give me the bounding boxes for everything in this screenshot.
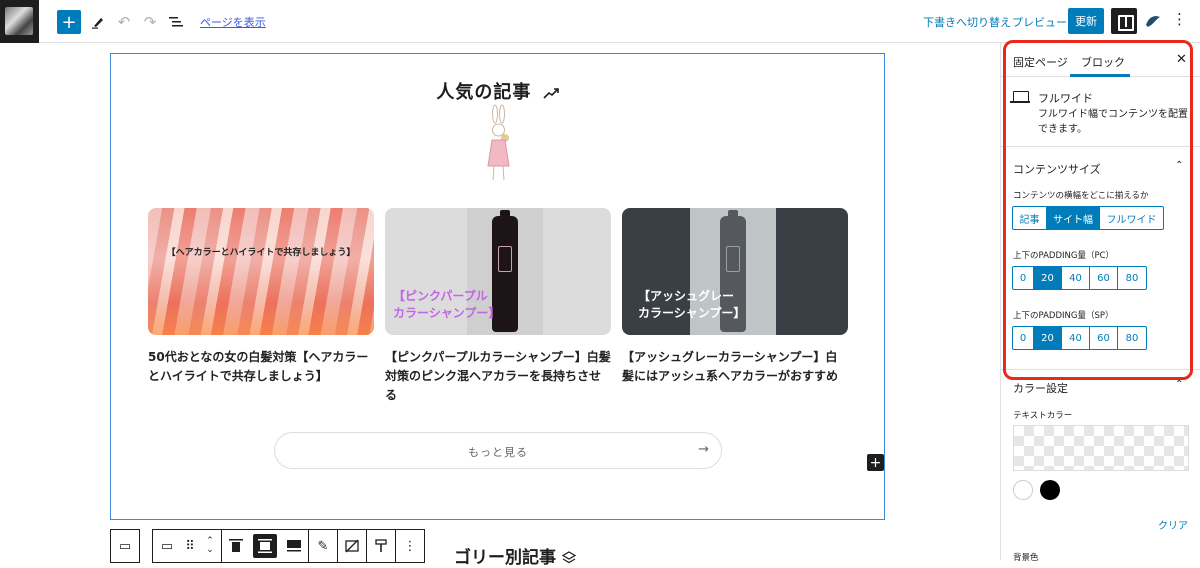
align-top-icon[interactable] — [222, 530, 250, 562]
more-button-label: もっと見る — [468, 446, 528, 459]
list-view-icon[interactable] — [164, 10, 188, 34]
switch-to-draft-link[interactable]: 下書きへ切り替え — [923, 14, 1011, 30]
color-settings-heading[interactable]: カラー設定 — [1013, 380, 1068, 396]
color-swatch-white[interactable] — [1013, 480, 1033, 500]
bunny-illustration — [487, 104, 510, 181]
editor-canvas: 人気の記事 【ヘアカラーとハイライトで共存しましょう】 50代おとなの女の白髪対… — [0, 43, 1000, 568]
add-block-button[interactable]: + — [57, 10, 81, 34]
more-options-icon[interactable]: ⋮ — [396, 530, 424, 562]
background-color-label: 背景色 — [1013, 553, 1039, 563]
view-page-link[interactable]: ページを表示 — [200, 14, 266, 30]
pencil-icon — [92, 18, 103, 29]
paint-roller-icon[interactable] — [367, 530, 395, 562]
site-avatar — [5, 7, 33, 35]
more-button[interactable]: もっと見る → — [274, 432, 722, 469]
more-options-icon[interactable]: ⋮ — [1172, 10, 1187, 28]
text-color-preview[interactable] — [1013, 425, 1189, 471]
chevron-up-icon[interactable]: ⌃ — [1175, 379, 1183, 390]
clear-color-button[interactable]: クリア — [1158, 517, 1188, 532]
post-title[interactable]: 50代おとなの女の白髪対策【ヘアカラーとハイライトで共存しましょう】 — [148, 348, 374, 386]
section-heading: 人気の記事 — [111, 78, 884, 104]
align-center-icon[interactable] — [253, 534, 277, 558]
color-swatch-black[interactable] — [1040, 480, 1060, 500]
post-title[interactable]: 【ピンクパープルカラーシャンプー】白髪対策のピンク混ヘアカラーを長持ちさせる — [385, 348, 611, 405]
align-full-icon[interactable] — [280, 530, 308, 562]
preview-link[interactable]: プレビュー — [1012, 14, 1067, 30]
post-title[interactable]: 【アッシュグレーカラーシャンプー】白髪にはアッシュ系ヘアカラーがおすすめ — [622, 348, 848, 386]
thumbnail-caption: 【ヘアカラーとハイライトで共存しましょう】 — [166, 248, 356, 258]
editor-top-toolbar: + ↶ ↷ ページを表示 下書きへ切り替え プレビュー 更新 ⋮ — [0, 0, 1200, 43]
thumbnail-caption: 【アッシュグレー カラーシャンプー】 — [638, 289, 746, 320]
trending-icon — [543, 88, 559, 99]
thumbnail-caption: 【ピンクパープル カラーシャンプー】 — [393, 289, 501, 320]
no-image-icon[interactable] — [338, 530, 366, 562]
post-thumbnail[interactable]: 【アッシュグレー カラーシャンプー】 — [622, 208, 848, 335]
block-inserter-icon[interactable]: + — [867, 454, 884, 471]
block-type-icon[interactable]: ▭ — [111, 530, 139, 562]
post-thumbnail[interactable]: 【ヘアカラーとハイライトで共存しましょう】 — [148, 208, 374, 335]
block-toolbar: ▭ ▭ ⠿ ⌃ ⌄ ✎ ⋮ — [110, 529, 431, 563]
post-card[interactable]: 【アッシュグレー カラーシャンプー】 【アッシュグレーカラーシャンプー】白髪には… — [622, 208, 848, 386]
redo-icon[interactable]: ↷ — [138, 10, 162, 34]
move-up-down-icon[interactable]: ⌃ ⌄ — [199, 530, 221, 562]
post-card[interactable]: 【ピンクパープル カラーシャンプー】 【ピンクパープルカラーシャンプー】白髪対策… — [385, 208, 611, 405]
undo-icon[interactable]: ↶ — [112, 10, 136, 34]
post-card[interactable]: 【ヘアカラーとハイライトで共存しましょう】 50代おとなの女の白髪対策【ヘアカラ… — [148, 208, 374, 386]
site-icon-button[interactable] — [0, 0, 39, 43]
arrow-right-icon: → — [698, 442, 709, 457]
fullwide-block-icon[interactable]: ▭ — [153, 530, 181, 562]
text-color-label: テキストカラー — [1013, 411, 1073, 421]
annotation-highlight-box — [1003, 40, 1193, 380]
pencil-tool-icon[interactable] — [86, 10, 110, 34]
layers-icon — [561, 551, 577, 564]
next-section-heading: ゴリー別記事 — [454, 543, 577, 568]
fullwide-block[interactable]: 人気の記事 【ヘアカラーとハイライトで共存しましょう】 50代おとなの女の白髪対… — [110, 53, 885, 520]
drag-handle-icon[interactable]: ⠿ — [181, 530, 199, 562]
pencil-icon[interactable]: ✎ — [309, 530, 337, 562]
swell-plugin-icon[interactable] — [1144, 12, 1162, 30]
update-button[interactable]: 更新 — [1068, 8, 1104, 34]
post-thumbnail[interactable]: 【ピンクパープル カラーシャンプー】 — [385, 208, 611, 335]
settings-toggle-icon[interactable] — [1111, 8, 1137, 34]
